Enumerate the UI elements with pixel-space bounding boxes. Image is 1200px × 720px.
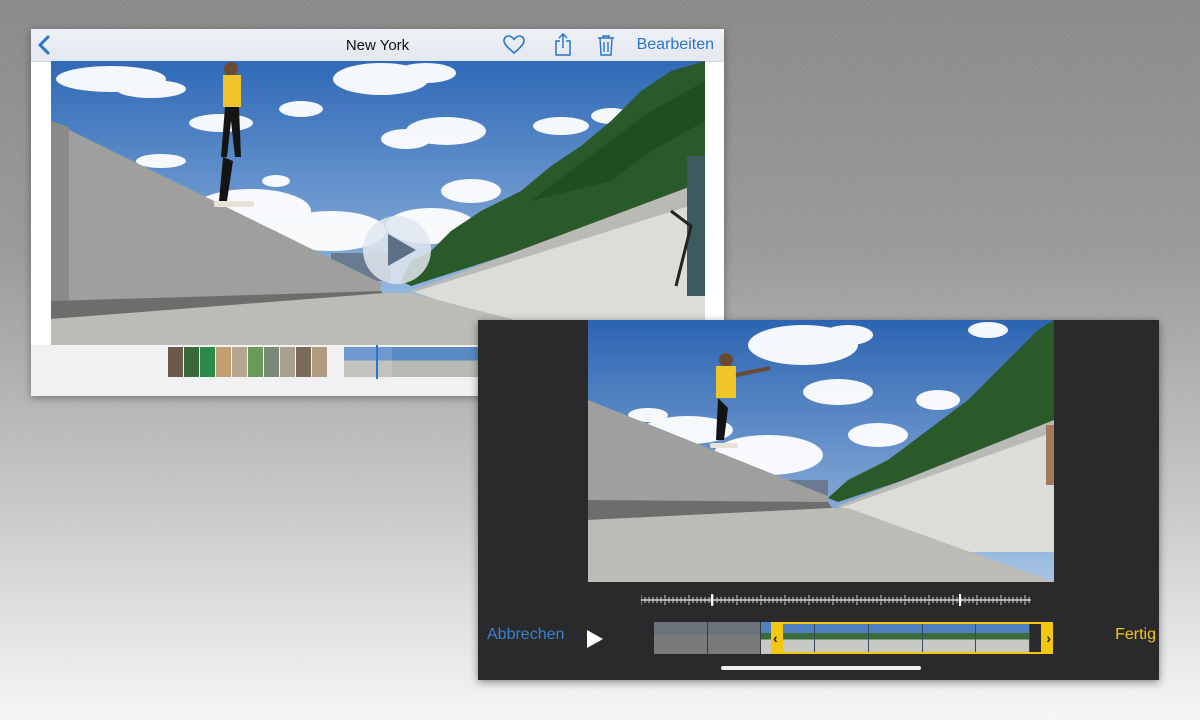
trim-end-handle[interactable]: › bbox=[1046, 630, 1051, 646]
timeline-ruler[interactable] bbox=[641, 594, 1031, 606]
share-icon[interactable] bbox=[553, 33, 573, 57]
thumbnail[interactable] bbox=[184, 347, 199, 377]
thumbnail[interactable] bbox=[200, 347, 215, 377]
thumbnail[interactable] bbox=[168, 347, 183, 377]
thumbnail[interactable] bbox=[440, 347, 464, 377]
thumbnail[interactable] bbox=[216, 347, 231, 377]
trim-selection-frame[interactable]: ‹ › bbox=[771, 622, 1053, 654]
thumbnail[interactable] bbox=[392, 347, 416, 377]
trim-editor-window: Abbrechen ‹ › Fertig bbox=[478, 320, 1159, 680]
thumbnail[interactable] bbox=[368, 347, 392, 377]
filmstrip-frame bbox=[707, 622, 762, 654]
thumbnail[interactable] bbox=[232, 347, 247, 377]
album-title: New York bbox=[345, 37, 410, 54]
thumbnail[interactable] bbox=[312, 347, 327, 377]
done-button[interactable]: Fertig bbox=[1115, 626, 1156, 644]
thumbnail[interactable] bbox=[248, 347, 263, 377]
skateboard-scene-image bbox=[51, 61, 705, 345]
thumbnail[interactable] bbox=[296, 347, 311, 377]
play-button[interactable] bbox=[363, 216, 431, 284]
trim-filmstrip[interactable]: ‹ › bbox=[654, 622, 1053, 654]
photo-thumbnails-left bbox=[168, 347, 327, 377]
video-frame[interactable] bbox=[51, 61, 705, 345]
edit-video-preview[interactable] bbox=[588, 320, 1054, 582]
thumbnail[interactable] bbox=[264, 347, 279, 377]
playhead-indicator[interactable] bbox=[376, 345, 378, 379]
thumbnail[interactable] bbox=[344, 347, 368, 377]
trash-icon[interactable] bbox=[597, 34, 615, 56]
cancel-button[interactable]: Abbrechen bbox=[487, 626, 564, 644]
edit-button[interactable]: Bearbeiten bbox=[637, 36, 714, 54]
heart-icon[interactable] bbox=[503, 35, 525, 55]
filmstrip-frame bbox=[654, 622, 708, 654]
thumbnail[interactable] bbox=[280, 347, 295, 377]
skateboard-jump-image bbox=[588, 320, 1054, 582]
trim-start-handle[interactable]: ‹ bbox=[773, 630, 778, 646]
navigation-bar: New York Bearbeiten bbox=[31, 29, 724, 62]
play-icon[interactable] bbox=[586, 629, 604, 649]
thumbnail[interactable] bbox=[416, 347, 440, 377]
home-indicator[interactable] bbox=[721, 666, 921, 670]
